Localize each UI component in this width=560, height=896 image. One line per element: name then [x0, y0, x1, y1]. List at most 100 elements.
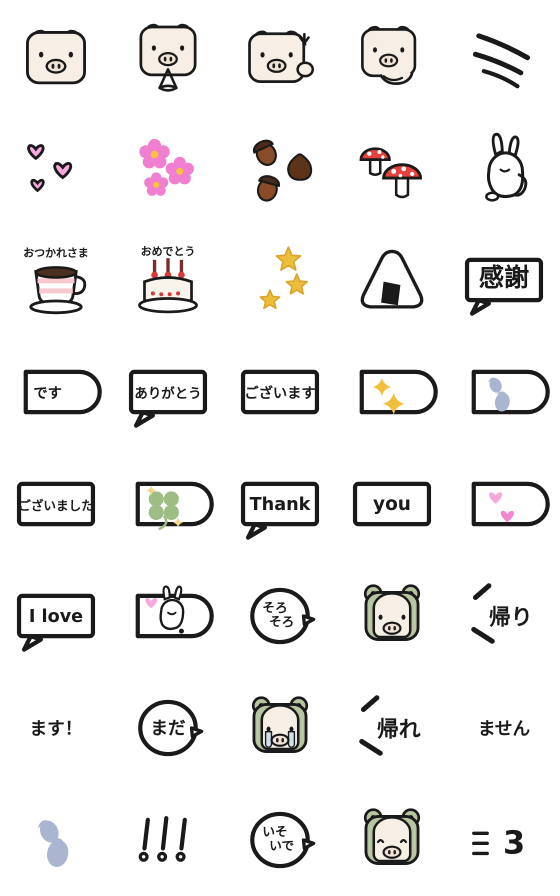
sticker-cell-bubble-arigatou[interactable]: ありがとう — [112, 336, 224, 448]
bubble-isoide-icon: いそ いで — [238, 798, 322, 882]
svg-text:ありがとう: ありがとう — [134, 385, 201, 402]
bubble-kansha-icon: 感謝 — [462, 238, 546, 322]
bubble-thank-icon: Thank — [238, 462, 322, 546]
sticker-cell-bubble-clover[interactable] — [112, 448, 224, 560]
svg-text:いそ: いそ — [262, 824, 287, 839]
bubble-hearts-icon — [462, 462, 550, 546]
sticker-cell-bubble-you[interactable]: you — [336, 448, 448, 560]
bubble-gozaimashita-icon: ございました — [14, 462, 98, 546]
sticker-cell-text-masu[interactable]: ます！ — [0, 672, 112, 784]
svg-text:3: 3 — [503, 823, 525, 861]
sticker-grid: おつかれさま おめでとう感謝です ありがとう ございますございました Thank you I… — [0, 0, 560, 896]
sticker-cell-bubble-gozaimasu[interactable]: ございます — [224, 336, 336, 448]
sticker-cell-bubble-desu[interactable]: です — [0, 336, 112, 448]
svg-text:ません: ません — [478, 719, 531, 740]
speed-lines-icon — [462, 14, 546, 98]
svg-text:まだ: まだ — [150, 718, 186, 739]
svg-text:ます！: ます！ — [30, 719, 83, 740]
pig-face-angry-icon — [238, 14, 322, 98]
svg-text:そろ: そろ — [262, 600, 287, 615]
svg-text:です: です — [33, 385, 62, 402]
text-dash-three-icon: 3 — [462, 798, 546, 882]
pig-face-plain-icon — [14, 14, 98, 98]
sticker-cell-onigiri[interactable] — [336, 224, 448, 336]
sticker-cell-text-kaere[interactable]: 帰れ — [336, 672, 448, 784]
sticker-cell-footprints[interactable] — [0, 784, 112, 896]
svg-text:Thank: Thank — [250, 495, 312, 515]
svg-text:you: you — [373, 494, 411, 515]
svg-text:おめでとう: おめでとう — [141, 245, 196, 258]
bubble-desu-icon: です — [14, 350, 102, 434]
text-masu-icon: ます！ — [14, 686, 98, 770]
rabbit-icon — [462, 126, 546, 210]
sticker-cell-pig-face-plain[interactable] — [0, 0, 112, 112]
bubble-arigatou-icon: ありがとう — [126, 350, 210, 434]
bubble-footprints-icon — [462, 350, 550, 434]
bubble-sparkles-icon — [350, 350, 438, 434]
svg-text:帰り: 帰り — [489, 605, 533, 630]
hearts-outline-icon — [14, 126, 98, 210]
bubble-gozaimasu-icon: ございます — [238, 350, 322, 434]
sticker-cell-bubble-mada[interactable]: まだ — [112, 672, 224, 784]
sticker-cell-text-dash-three[interactable]: 3 — [448, 784, 560, 896]
cake-omedetou-icon: おめでとう — [126, 238, 210, 322]
sticker-cell-text-masen[interactable]: ません — [448, 672, 560, 784]
frog-pig-normal-icon — [350, 574, 434, 658]
pig-face-praying-icon — [126, 14, 210, 98]
text-masen-icon: ません — [462, 686, 546, 770]
sticker-cell-text-kaeri[interactable]: 帰り — [448, 560, 560, 672]
svg-text:帰れ: 帰れ — [377, 717, 421, 742]
text-kaere-icon: 帰れ — [350, 686, 434, 770]
sticker-cell-bubble-gozaimashita[interactable]: ございました — [0, 448, 112, 560]
frog-pig-crying-icon — [238, 686, 322, 770]
sticker-cell-sakura-flowers[interactable] — [112, 112, 224, 224]
mushrooms-icon — [350, 126, 434, 210]
sakura-flowers-icon — [126, 126, 210, 210]
acorns-chestnut-icon — [238, 126, 322, 210]
stars-icon — [238, 238, 322, 322]
sticker-cell-stars[interactable] — [224, 224, 336, 336]
sticker-cell-frog-pig-normal[interactable] — [336, 560, 448, 672]
sticker-cell-cake-omedetou[interactable]: おめでとう — [112, 224, 224, 336]
sticker-cell-bubble-sorosoro[interactable]: そろ そろ — [224, 560, 336, 672]
svg-text:そろ: そろ — [269, 614, 294, 629]
svg-text:感謝: 感謝 — [479, 263, 529, 292]
sticker-cell-rabbit[interactable] — [448, 112, 560, 224]
sticker-cell-hearts-outline[interactable] — [0, 112, 112, 224]
sticker-cell-acorns-chestnut[interactable] — [224, 112, 336, 224]
exclamation-marks-icon — [126, 798, 210, 882]
sticker-cell-bubble-i-love[interactable]: I love — [0, 560, 112, 672]
bubble-sorosoro-icon: そろ そろ — [238, 574, 322, 658]
sticker-cell-pig-face-lying[interactable] — [336, 0, 448, 112]
bubble-clover-icon — [126, 462, 214, 546]
text-kaeri-icon: 帰り — [462, 574, 546, 658]
svg-text:おつかれさま: おつかれさま — [23, 246, 88, 259]
bubble-you-icon: you — [350, 462, 434, 546]
sticker-cell-bubble-thank[interactable]: Thank — [224, 448, 336, 560]
teacup-otsukaresama-icon: おつかれさま — [14, 238, 98, 322]
sticker-cell-exclamation-marks[interactable] — [112, 784, 224, 896]
footprints-icon — [14, 798, 98, 882]
sticker-cell-bubble-isoide[interactable]: いそ いで — [224, 784, 336, 896]
sticker-cell-frog-pig-crying[interactable] — [224, 672, 336, 784]
svg-text:いで: いで — [269, 838, 294, 853]
sticker-cell-bubble-kansha[interactable]: 感謝 — [448, 224, 560, 336]
sticker-cell-bubble-sparkles[interactable] — [336, 336, 448, 448]
onigiri-icon — [350, 238, 434, 322]
svg-text:ございました: ございました — [18, 498, 94, 513]
sticker-cell-pig-face-angry[interactable] — [224, 0, 336, 112]
sticker-cell-bubble-footprints[interactable] — [448, 336, 560, 448]
svg-text:ございます: ございます — [244, 384, 315, 402]
sticker-cell-frog-pig-smiling[interactable] — [336, 784, 448, 896]
sticker-cell-bubble-rabbit-heart[interactable] — [112, 560, 224, 672]
sticker-cell-teacup-otsukaresama[interactable]: おつかれさま — [0, 224, 112, 336]
bubble-i-love-icon: I love — [14, 574, 98, 658]
sticker-cell-pig-face-praying[interactable] — [112, 0, 224, 112]
sticker-cell-speed-lines[interactable] — [448, 0, 560, 112]
sticker-cell-bubble-hearts[interactable] — [448, 448, 560, 560]
sticker-cell-mushrooms[interactable] — [336, 112, 448, 224]
pig-face-lying-icon — [350, 14, 434, 98]
bubble-mada-icon: まだ — [126, 686, 210, 770]
bubble-rabbit-heart-icon — [126, 574, 214, 658]
svg-text:I love: I love — [29, 607, 83, 627]
